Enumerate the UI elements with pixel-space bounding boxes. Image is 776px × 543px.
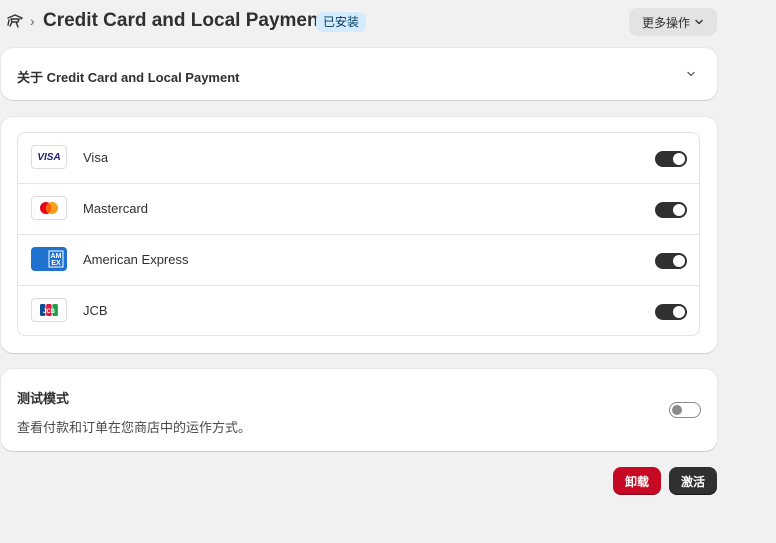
payment-method-row-mastercard: Mastercard	[18, 184, 699, 235]
jcb-logo: JCB	[31, 298, 67, 322]
test-mode-card: 测试模式 查看付款和订单在您商店中的运作方式。	[1, 369, 717, 451]
test-mode-description: 查看付款和订单在您商店中的运作方式。	[17, 421, 252, 436]
page-header: › Credit Card and Local Payment 已安装 更多操作	[0, 0, 717, 44]
payment-methods-card: VISA Visa Mastercard AM EX American Expr…	[1, 117, 717, 353]
payment-methods-list: VISA Visa Mastercard AM EX American Expr…	[17, 132, 700, 336]
activate-button[interactable]: 激活	[669, 467, 717, 495]
chevron-down-icon[interactable]	[685, 68, 697, 80]
amex-logo: AM EX	[31, 247, 67, 271]
payment-method-name: American Express	[83, 252, 189, 267]
svg-text:EX: EX	[51, 260, 61, 267]
amex-toggle[interactable]	[655, 253, 687, 269]
about-card[interactable]: 关于 Credit Card and Local Payment	[1, 48, 717, 100]
mastercard-logo	[31, 196, 67, 220]
svg-text:JCB: JCB	[43, 309, 56, 315]
more-actions-label: 更多操作	[641, 15, 690, 30]
test-mode-title: 测试模式	[17, 392, 70, 407]
payment-method-row-jcb: JCB JCB	[18, 286, 699, 335]
svg-text:AM: AM	[51, 253, 62, 260]
jcb-toggle[interactable]	[655, 304, 687, 320]
page-title: Credit Card and Local Payment	[43, 10, 325, 31]
payment-method-name: Visa	[83, 150, 109, 165]
visa-logo: VISA	[31, 145, 67, 169]
status-badge: 已安装	[316, 12, 367, 32]
more-actions-button[interactable]: 更多操作	[629, 8, 717, 36]
visa-toggle[interactable]	[655, 151, 687, 167]
mastercard-toggle[interactable]	[655, 202, 687, 218]
payment-method-row-visa: VISA Visa	[18, 133, 699, 184]
payment-method-name: Mastercard	[83, 201, 149, 216]
uninstall-button[interactable]: 卸载	[613, 467, 661, 495]
payment-method-row-amex: AM EX American Express	[18, 235, 699, 286]
about-title: 关于 Credit Card and Local Payment	[17, 70, 240, 85]
payment-method-name: JCB	[83, 303, 108, 318]
app-icon[interactable]	[6, 14, 24, 28]
test-mode-toggle[interactable]	[669, 402, 701, 418]
breadcrumb-separator: ›	[30, 13, 35, 29]
chevron-down-icon	[695, 19, 703, 25]
